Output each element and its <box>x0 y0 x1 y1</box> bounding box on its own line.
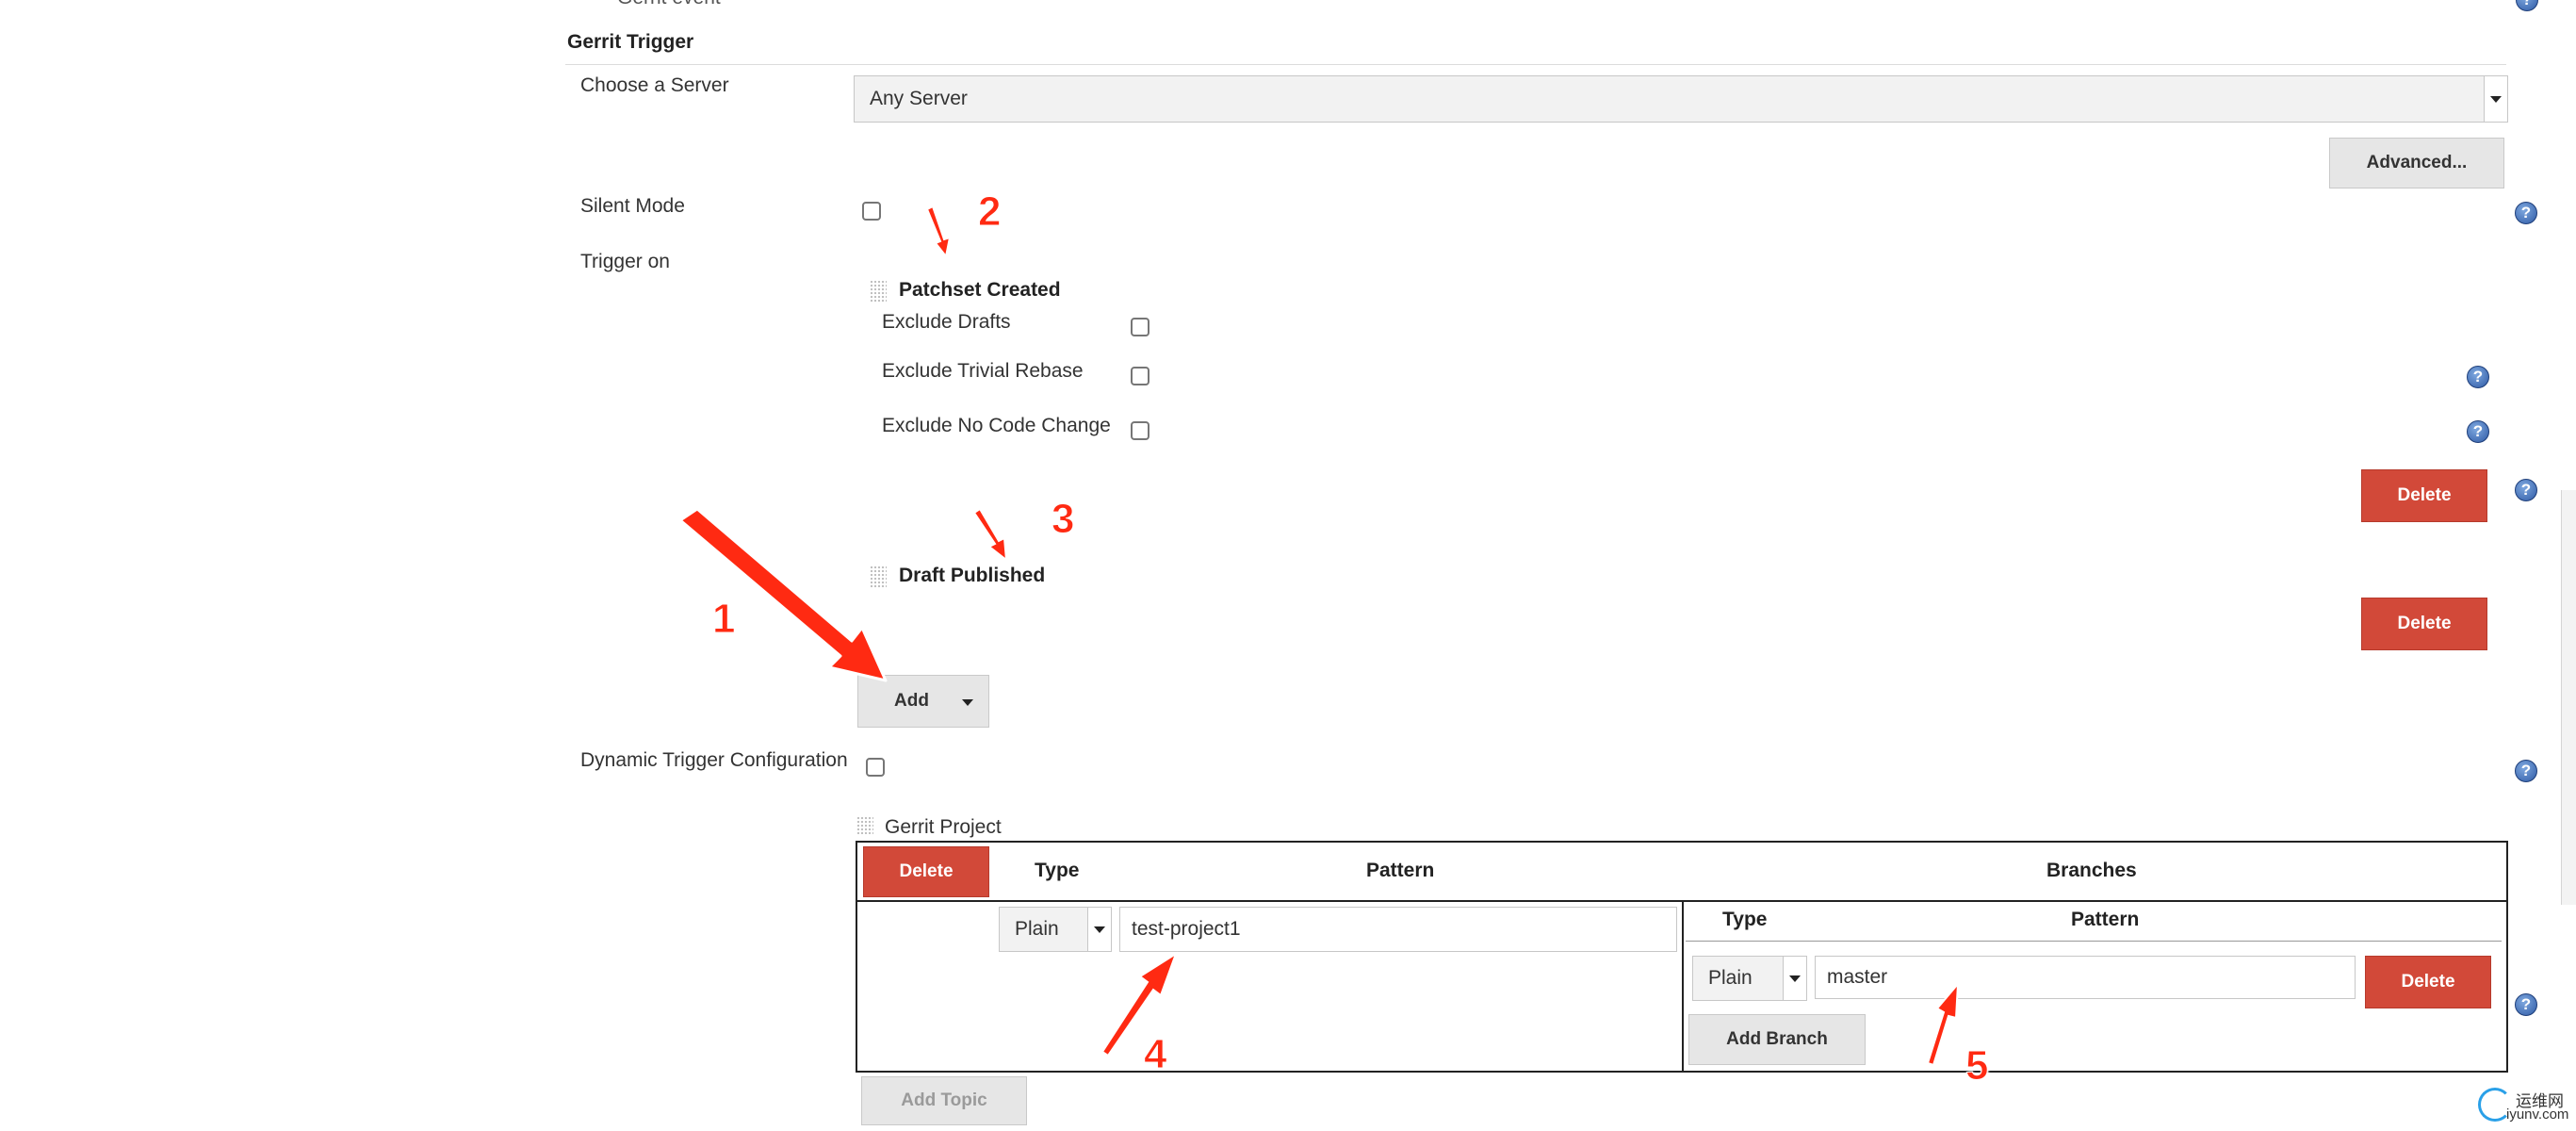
annotation-number-5: 5 <box>1965 1042 1989 1090</box>
watermark-text-domain: iyunv.com <box>2506 1106 2569 1123</box>
annotation-arrow-1 <box>678 507 888 682</box>
annotation-overlay <box>678 205 1960 1067</box>
annotation-arrow-3 <box>972 507 1008 563</box>
annotation-number-3: 3 <box>1051 496 1075 543</box>
annotation-arrow-5 <box>1926 981 1960 1067</box>
annotation-number-2: 2 <box>977 188 1002 236</box>
watermark: 运维网 iyunv.com <box>2478 1084 2572 1127</box>
annotation-arrow-2 <box>925 205 952 259</box>
annotation-number-4: 4 <box>1143 1031 1167 1078</box>
annotation-number-1: 1 <box>711 596 736 643</box>
